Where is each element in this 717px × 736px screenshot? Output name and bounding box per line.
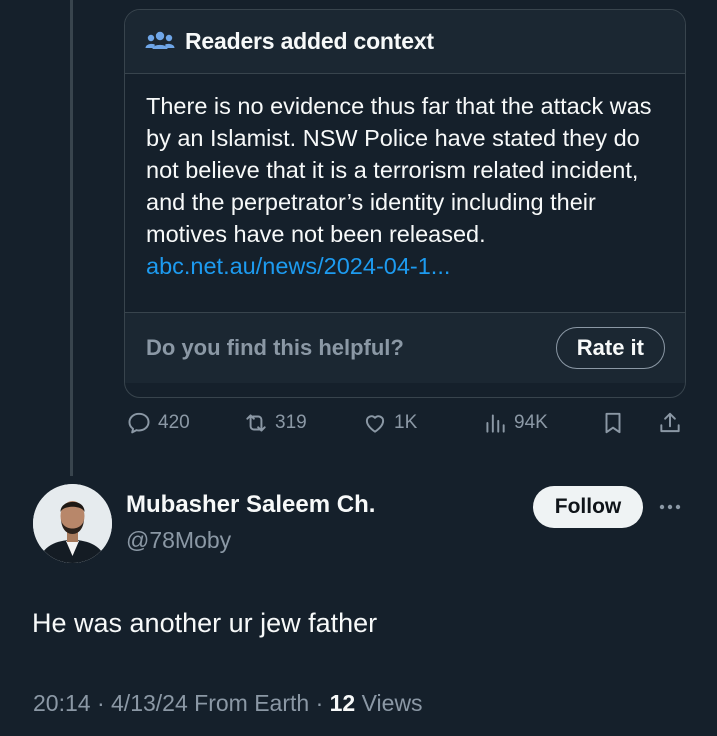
like-action[interactable]: 1K — [362, 410, 417, 436]
reply-icon — [128, 412, 150, 434]
author-name[interactable]: Mubasher Saleem Ch. — [126, 491, 375, 519]
share-icon — [660, 412, 680, 433]
author-handle[interactable]: @78Moby — [126, 527, 231, 554]
like-count: 1K — [394, 412, 418, 433]
context-footer: Do you find this helpful? Rate it — [125, 312, 685, 383]
source-link[interactable]: abc.net.au/news/2024-04-1... — [146, 250, 663, 282]
reply-action[interactable]: 420 — [126, 410, 190, 436]
context-text: There is no evidence thus far that the a… — [146, 93, 652, 247]
tweet-source: From Earth — [194, 690, 310, 716]
meta-separator: · — [315, 690, 330, 716]
tweet-date[interactable]: 4/13/24 — [111, 690, 188, 716]
tweet-meta: 20:14 · 4/13/24 From Earth · 12 Views — [33, 690, 423, 717]
follow-button[interactable]: Follow — [533, 486, 643, 528]
views-label: Views — [361, 690, 423, 716]
views-number: 12 — [329, 690, 356, 716]
reply-text: He was another ur jew father — [32, 608, 378, 638]
context-body: There is no evidence thus far that the a… — [125, 74, 685, 312]
share-action[interactable] — [657, 410, 683, 436]
people-icon — [145, 30, 175, 54]
bookmark-action[interactable] — [600, 410, 626, 436]
community-notes-card: Readers added context There is no eviden… — [124, 9, 686, 398]
repost-count: 319 — [275, 412, 307, 433]
views-action[interactable]: 94K — [482, 410, 548, 436]
repost-icon — [246, 414, 266, 432]
reply-count: 420 — [158, 412, 190, 433]
tweet-actions: 420 319 1K 94K — [126, 410, 686, 444]
context-header: Readers added context — [125, 10, 685, 74]
repost-action[interactable]: 319 — [243, 410, 307, 436]
heart-icon — [365, 415, 385, 433]
meta-separator: · — [96, 690, 112, 716]
helpful-question: Do you find this helpful? — [146, 335, 404, 360]
avatar[interactable] — [33, 484, 112, 563]
tweet-time[interactable]: 20:14 — [33, 690, 91, 716]
thread-line — [70, 0, 73, 476]
context-title: Readers added context — [185, 28, 434, 54]
views-count: 94K — [514, 412, 548, 433]
analytics-icon — [486, 414, 505, 433]
bookmark-icon — [605, 412, 621, 434]
rate-it-button[interactable]: Rate it — [555, 327, 665, 369]
more-options-icon[interactable] — [655, 497, 685, 517]
